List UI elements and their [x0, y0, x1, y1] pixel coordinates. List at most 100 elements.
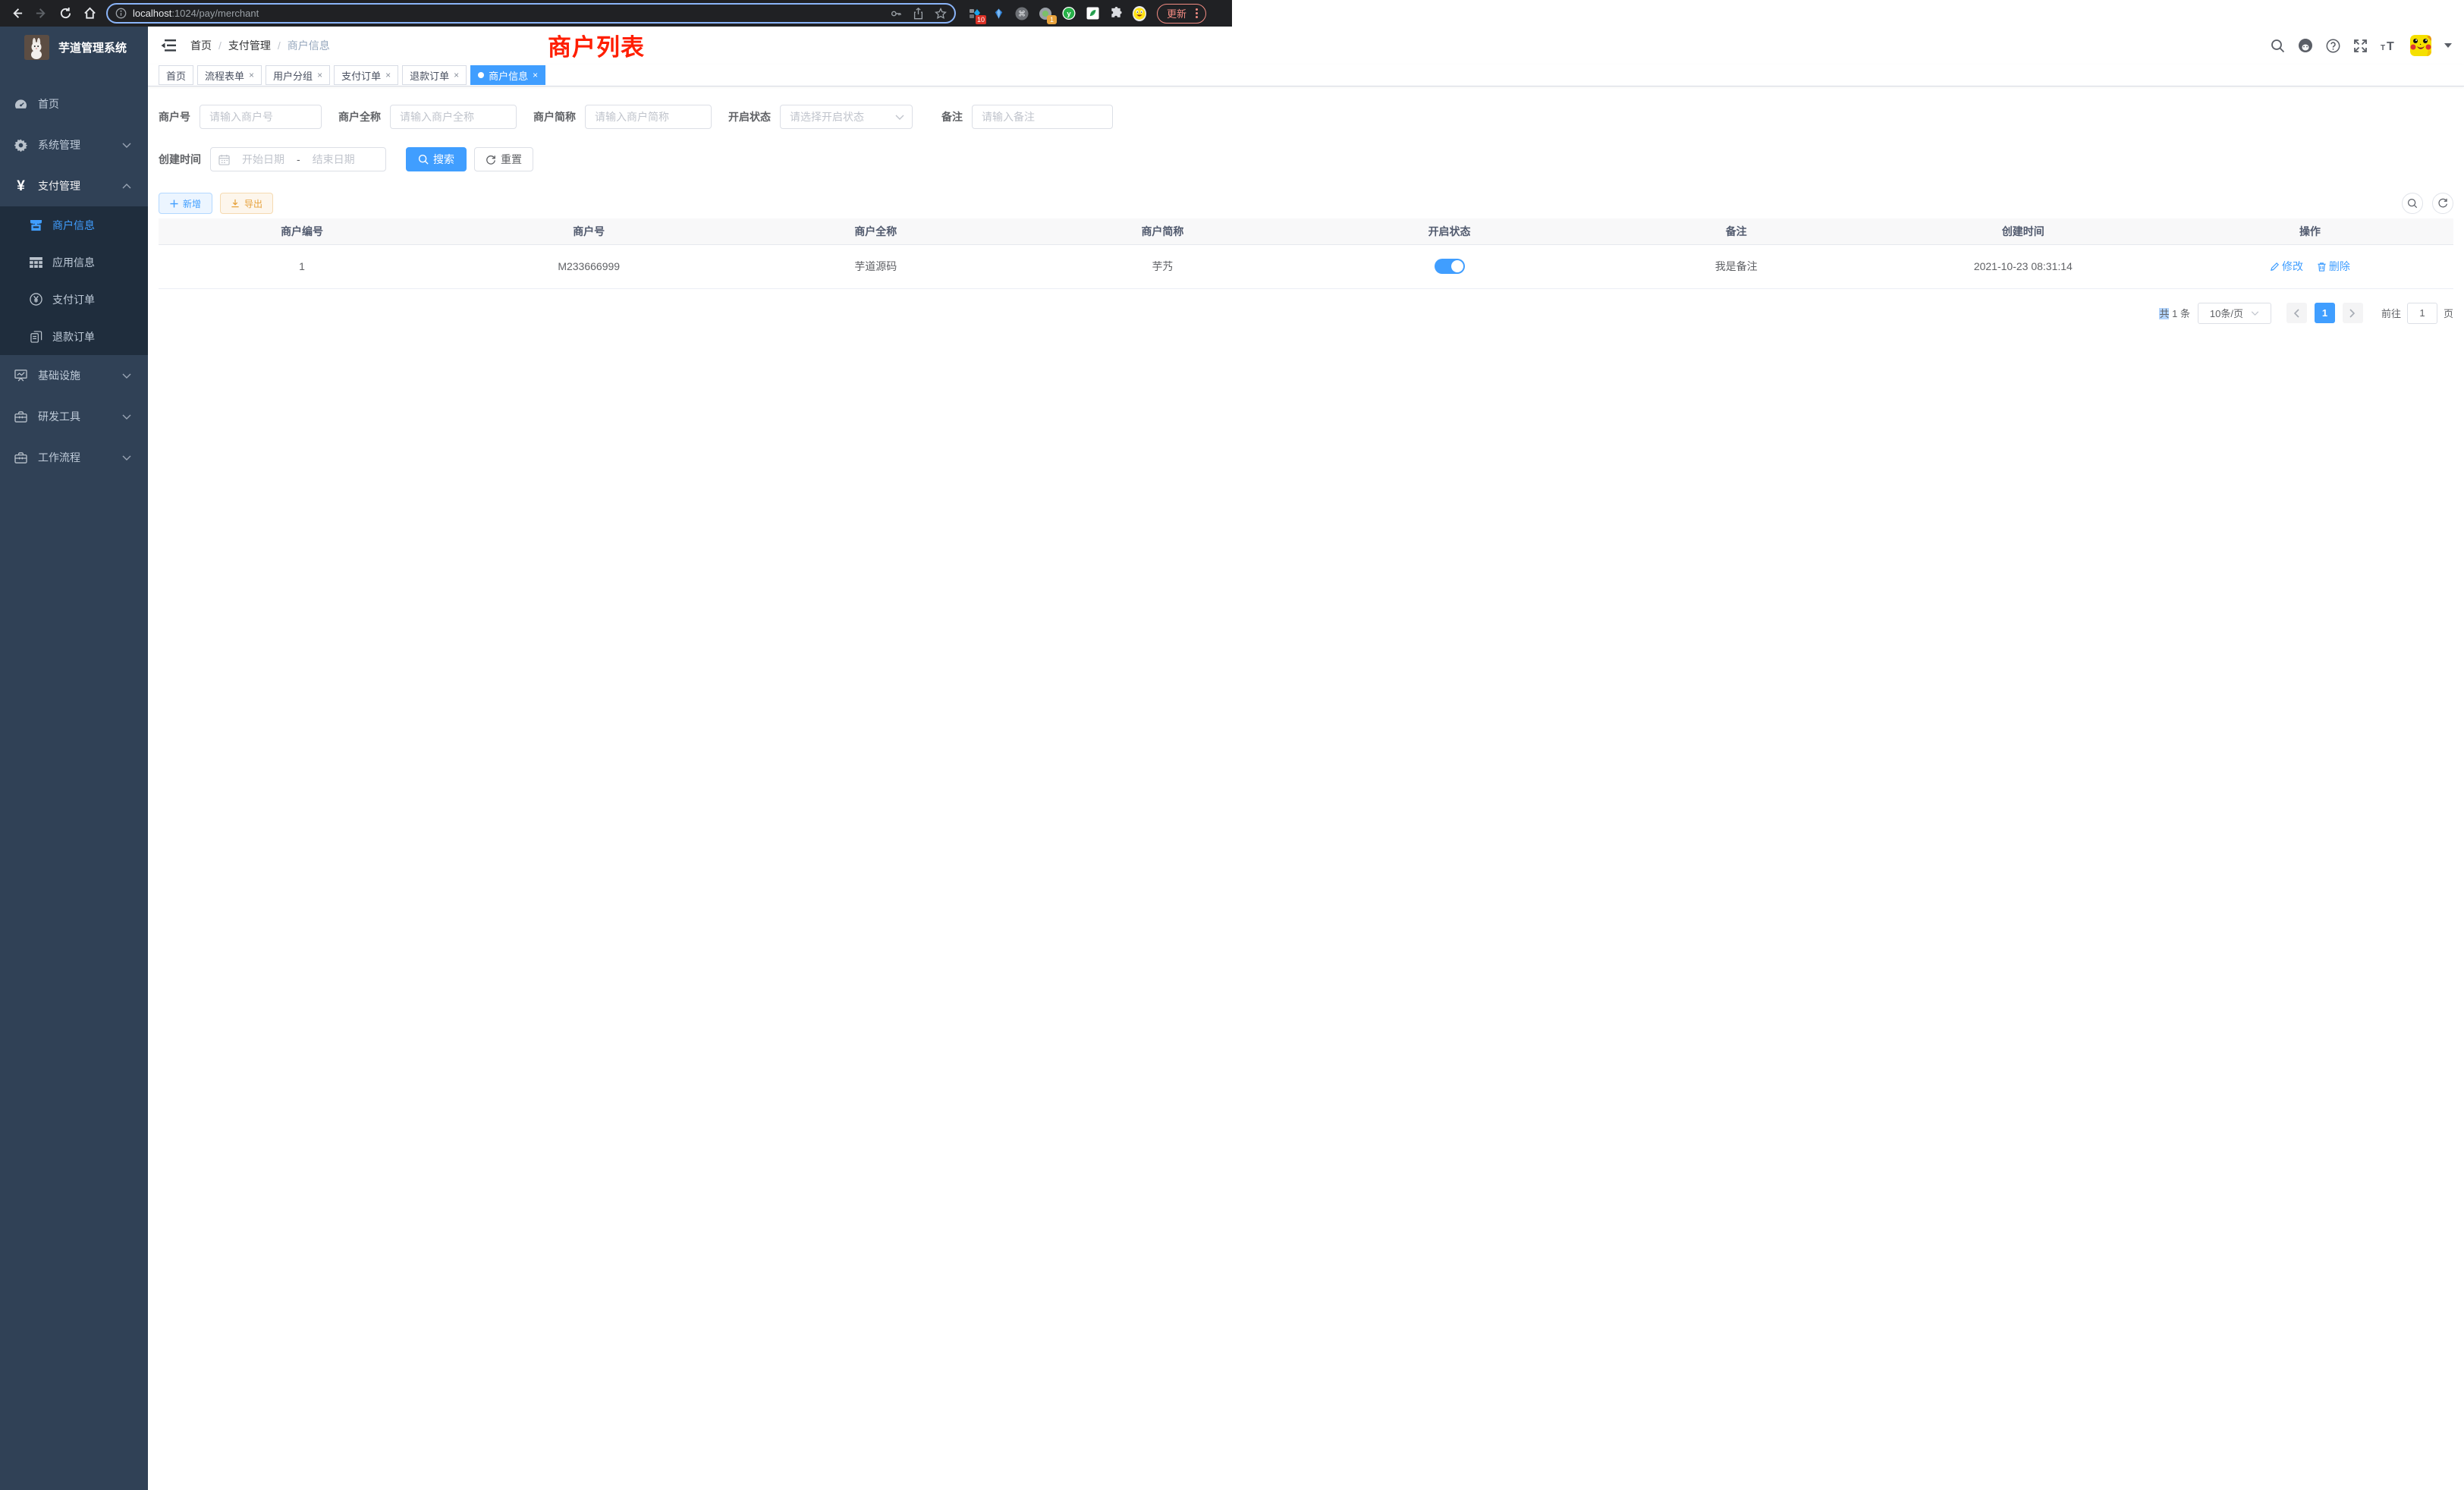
search-button[interactable]: 搜索 — [406, 147, 467, 171]
close-icon[interactable]: × — [249, 71, 254, 80]
close-icon[interactable]: × — [533, 71, 538, 80]
gear-icon — [14, 139, 27, 152]
tab-label: 首页 — [166, 68, 186, 83]
breadcrumb-payment[interactable]: 支付管理 — [228, 38, 271, 53]
tab-user-group[interactable]: 用户分组× — [266, 65, 330, 85]
page-number-1[interactable]: 1 — [2315, 303, 2335, 323]
tab-label: 商户信息 — [489, 68, 528, 83]
close-icon[interactable]: × — [317, 71, 322, 80]
gem-extension-icon[interactable] — [992, 7, 1005, 20]
sidebar-item-payment-orders[interactable]: 支付订单 — [0, 281, 148, 318]
help-icon[interactable] — [2326, 39, 2340, 53]
tab-label: 退款订单 — [410, 68, 449, 83]
goto-page-input[interactable] — [2407, 303, 2437, 324]
breadcrumb: 首页 / 支付管理 / 商户信息 — [190, 38, 330, 53]
page-content: 商户号 商户全称 商户简称 开启状态 请选择开启状态 — [148, 105, 2464, 324]
fullscreen-icon[interactable] — [2353, 39, 2368, 53]
show-search-toggle-button[interactable] — [2402, 193, 2423, 214]
github-icon[interactable] — [2298, 38, 2313, 53]
screen-recorder-extension-icon[interactable]: 1 — [1039, 7, 1052, 20]
forward-icon[interactable] — [30, 3, 52, 24]
table-row: 1 M233666999 芋道源码 芋艿 我是备注 2021-10-23 08:… — [159, 244, 2453, 288]
url-bar[interactable]: localhost:1024/pay/merchant — [106, 3, 956, 24]
reset-button[interactable]: 重置 — [474, 147, 533, 171]
prev-page-button[interactable] — [2286, 303, 2307, 323]
total-suffix: 条 — [2180, 308, 2190, 319]
sidebar-item-app-info[interactable]: 应用信息 — [0, 244, 148, 281]
close-icon[interactable]: × — [454, 71, 459, 80]
breadcrumb-current: 商户信息 — [288, 38, 330, 53]
font-size-icon[interactable]: TT — [2381, 39, 2397, 52]
update-label: 更新 — [1167, 6, 1186, 20]
tab-refund-orders[interactable]: 退款订单 × — [402, 65, 467, 85]
share-icon[interactable] — [913, 8, 924, 20]
sidebar-fold-icon[interactable] — [159, 36, 178, 55]
breadcrumb-home[interactable]: 首页 — [190, 38, 212, 53]
sidebar-item-dev-tools[interactable]: 研发工具 — [0, 396, 148, 437]
user-avatar[interactable] — [2410, 35, 2431, 56]
next-page-button[interactable] — [2343, 303, 2363, 323]
short-name-input[interactable] — [585, 105, 712, 129]
sidebar-item-payment[interactable]: ¥ 支付管理 — [0, 165, 148, 206]
merchant-no-input[interactable] — [200, 105, 322, 129]
extension-badge: 10 — [976, 15, 986, 24]
delete-link[interactable]: 删除 — [2317, 259, 2350, 274]
full-name-input[interactable] — [390, 105, 517, 129]
tab-home[interactable]: 首页 — [159, 65, 193, 85]
end-date-input[interactable] — [305, 153, 363, 165]
remark-input[interactable] — [972, 105, 1113, 129]
site-info-icon[interactable] — [115, 8, 127, 19]
chevron-down-icon — [122, 455, 131, 461]
breadcrumb-separator: / — [218, 39, 222, 52]
back-icon[interactable] — [6, 3, 27, 24]
tab-payment-orders[interactable]: 支付订单× — [334, 65, 398, 85]
refresh-table-button[interactable] — [2432, 193, 2453, 214]
extensions-area: 10 ⌘ 1 y — [968, 7, 1146, 20]
close-icon[interactable]: × — [385, 71, 391, 80]
y-extension-icon[interactable]: y — [1062, 7, 1076, 20]
monitor-icon — [14, 369, 27, 382]
select-placeholder: 请选择开启状态 — [790, 109, 895, 124]
avatar-caret-icon[interactable] — [2444, 43, 2452, 48]
tab-merchant-info[interactable]: 商户信息 × — [470, 65, 545, 85]
search-icon — [418, 154, 429, 165]
sidebar-item-infrastructure[interactable]: 基础设施 — [0, 355, 148, 396]
sidebar-item-system[interactable]: 系统管理 — [0, 124, 148, 165]
column-header: 创建时间 — [1880, 218, 2167, 244]
sidebar-item-home[interactable]: 首页 — [0, 83, 148, 124]
tab-process-form[interactable]: 流程表单× — [197, 65, 262, 85]
sidebar-item-merchant-info[interactable]: 商户信息 — [0, 206, 148, 244]
url-text[interactable]: localhost:1024/pay/merchant — [133, 8, 884, 19]
chrome-menu-icon[interactable] — [1196, 8, 1198, 18]
status-toggle-on[interactable] — [1435, 259, 1465, 274]
command-extension-icon[interactable]: ⌘ — [1015, 7, 1029, 20]
bookmark-star-icon[interactable] — [935, 8, 947, 20]
edit-link[interactable]: 修改 — [2270, 259, 2303, 274]
tab-manager-extension-icon[interactable]: 10 — [968, 7, 982, 20]
status-select[interactable]: 请选择开启状态 — [780, 105, 913, 129]
add-button[interactable]: 新增 — [159, 193, 212, 214]
chrome-update-button[interactable]: 更新 — [1157, 4, 1206, 24]
start-date-input[interactable] — [234, 153, 292, 165]
home-icon[interactable] — [79, 3, 100, 24]
refresh-icon — [2437, 198, 2448, 209]
sidebar-item-refund-orders[interactable]: 退款订单 — [0, 318, 148, 355]
column-header: 商户简称 — [1019, 218, 1306, 244]
page-size-select[interactable]: 10条/页 — [2198, 303, 2271, 324]
reload-icon[interactable] — [55, 3, 76, 24]
sidebar-item-label: 应用信息 — [52, 255, 148, 270]
emoji-avatar-icon[interactable] — [1133, 7, 1146, 20]
sidebar-item-label: 工作流程 — [38, 450, 122, 465]
export-button[interactable]: 导出 — [220, 193, 273, 214]
password-key-icon[interactable] — [890, 8, 902, 20]
sidebar-logo[interactable]: 芋道管理系统 — [0, 27, 148, 68]
extensions-puzzle-icon[interactable] — [1109, 7, 1123, 20]
date-range-picker[interactable]: - — [210, 147, 386, 171]
sidebar-item-workflow[interactable]: 工作流程 — [0, 437, 148, 478]
notes-extension-icon[interactable] — [1086, 7, 1099, 20]
chevron-left-icon — [2293, 309, 2299, 318]
header-search-icon[interactable] — [2271, 39, 2285, 53]
svg-text:T: T — [2381, 44, 2385, 52]
reset-button-label: 重置 — [501, 152, 522, 167]
cell-status — [1306, 244, 1593, 288]
